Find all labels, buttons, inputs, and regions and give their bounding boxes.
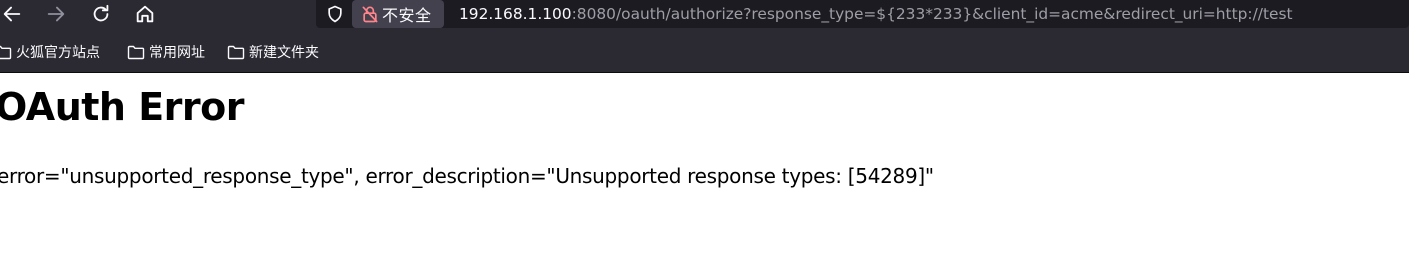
reload-icon [93,4,109,22]
url-path: :8080/oauth/authorize?response_type=${23… [571,5,1293,23]
home-icon [136,5,154,23]
bookmark-folder-new[interactable]: 新建文件夹 [227,32,319,72]
folder-icon [0,45,12,60]
bookmark-label: 火狐官方站点 [16,45,100,61]
bookmark-folder-firefox[interactable]: 火狐官方站点 [0,32,100,72]
back-button[interactable] [0,0,29,28]
page-content: OAuth Error error="unsupported_response_… [0,73,1409,267]
shield-icon [328,5,342,23]
bookmarks-toolbar: 火狐官方站点 常用网址 新建文件夹 [0,32,1409,73]
bookmark-label: 新建文件夹 [249,45,319,61]
bookmark-folder-common-sites[interactable]: 常用网址 [127,32,205,72]
insecure-lock-icon [362,6,378,23]
tracking-protection-button[interactable] [324,3,346,25]
url-bar[interactable]: 不安全 192.168.1.100:8080/oauth/authorize?r… [316,0,1409,28]
back-arrow-icon [3,6,21,22]
page-title: OAuth Error [0,85,244,129]
forward-button[interactable] [39,0,73,28]
forward-arrow-icon [47,6,65,22]
error-message: error="unsupported_response_type", error… [0,164,934,188]
folder-icon [227,45,245,60]
folder-icon [127,45,145,60]
navigation-toolbar: 不安全 192.168.1.100:8080/oauth/authorize?r… [0,0,1409,32]
bookmark-label: 常用网址 [149,45,205,61]
home-button[interactable] [128,0,162,28]
url-host: 192.168.1.100 [459,5,572,23]
url-text[interactable]: 192.168.1.100:8080/oauth/authorize?respo… [459,2,1293,26]
connection-security-badge[interactable]: 不安全 [352,0,444,28]
insecure-label: 不安全 [382,6,432,25]
reload-button[interactable] [84,0,118,28]
